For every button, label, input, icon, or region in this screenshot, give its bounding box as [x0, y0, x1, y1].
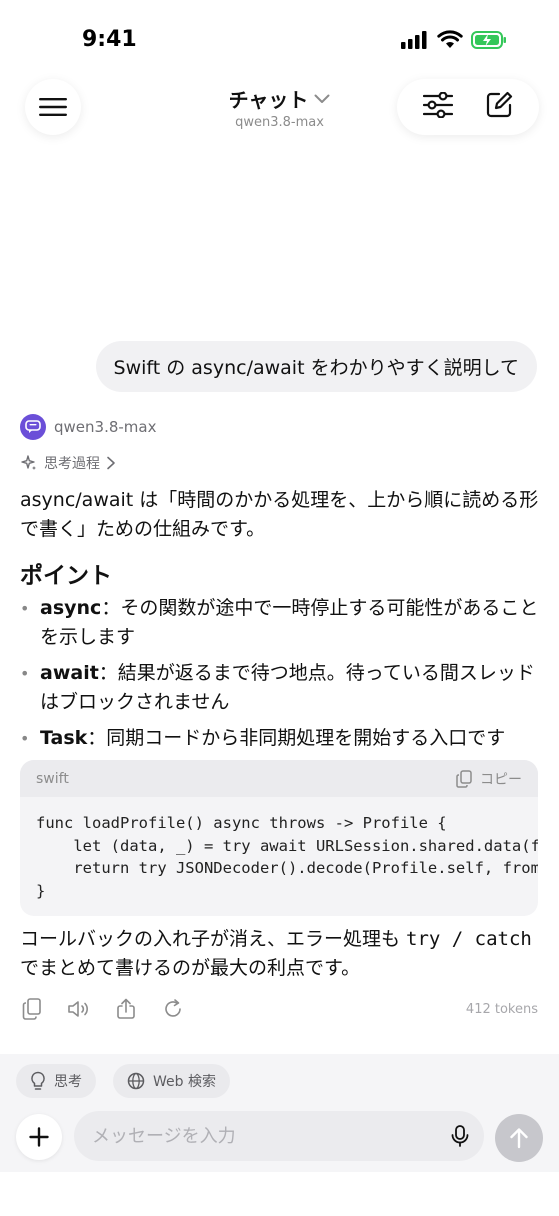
wifi-icon [437, 30, 463, 48]
settings-button[interactable] [422, 91, 454, 122]
copy-code-button[interactable]: コピー [456, 769, 522, 789]
copy-message-button[interactable] [20, 997, 44, 1021]
globe-icon [127, 1072, 145, 1090]
code-line: } [36, 881, 46, 900]
read-aloud-button[interactable] [67, 997, 91, 1021]
arrow-up-icon [510, 1128, 528, 1149]
list-item: async：その関数が途中で一時停止する可能性があることを示します [20, 594, 545, 652]
bullet-text: ：同期コードから非同期処理を開始する入口です [87, 727, 506, 749]
outro-text: でまとめて書けるのが最大の利点です。 [20, 957, 361, 979]
copy-label: コピー [480, 771, 522, 788]
code-language: swift [36, 770, 69, 787]
voice-input-button[interactable] [448, 1124, 472, 1148]
user-message-bubble: Swift の async/await をわかりやすく説明して [95, 341, 537, 392]
answer-intro: async/await は「時間のかかる処理を、上から順に読める形で書く」ための… [20, 489, 539, 540]
status-time: 9:41 [82, 27, 137, 52]
thinking-toggle[interactable]: 思考過程 [20, 453, 116, 473]
lightbulb-icon [31, 1071, 45, 1090]
code-content: func loadProfile() async throws -> Profi… [20, 797, 538, 902]
plus-icon [29, 1127, 49, 1147]
message-input-container [74, 1111, 484, 1161]
message-actions: 412 tokens [20, 995, 538, 1023]
code-line: let (data, _) = try await URLSession.sha… [73, 836, 538, 855]
attach-button[interactable] [16, 1114, 62, 1160]
status-icons [401, 30, 507, 50]
outro-text: コールバックの入れ子が消え、エラー処理も [20, 928, 407, 950]
bullet-term: await [40, 662, 99, 684]
list-item: Task：同期コードから非同期処理を開始する入口です [20, 724, 545, 753]
copy-icon [456, 769, 472, 788]
answer-heading: ポイント [20, 563, 112, 589]
top-bar: チャット qwen3.8-max [0, 76, 559, 140]
page-title: チャット [228, 88, 309, 112]
chat-bubble-icon [25, 420, 41, 433]
web-search-chip[interactable]: Web 検索 [113, 1064, 230, 1098]
regenerate-button[interactable] [161, 997, 185, 1021]
send-button[interactable] [495, 1114, 543, 1162]
chip-label: 思考 [54, 1074, 82, 1090]
thinking-mode-chip[interactable]: 思考 [16, 1064, 96, 1098]
code-line: func loadProfile() async throws -> Profi… [36, 814, 447, 832]
answer-outro: コールバックの入れ子が消え、エラー処理も try / catch でまとめて書け… [20, 925, 545, 983]
point-list: async：その関数が途中で一時停止する可能性があることを示します await：… [20, 594, 545, 760]
code-block: swift コピー func loadProfile() async throw… [20, 760, 538, 916]
share-button[interactable] [114, 997, 138, 1021]
regenerate-icon [165, 999, 181, 1017]
sparkle-icon [21, 455, 36, 470]
chip-label: Web 検索 [153, 1074, 216, 1090]
signal-icon [401, 31, 427, 49]
assistant-header: qwen3.8-max [20, 414, 156, 440]
mic-icon [451, 1125, 469, 1147]
code-block-header: swift コピー [20, 760, 538, 797]
share-icon [117, 998, 135, 1019]
list-item: await：結果が返るまで待つ地点。待っている間スレッドはブロックされません [20, 659, 545, 717]
chevron-right-icon [107, 456, 115, 470]
model-avatar [20, 414, 46, 440]
header-actions [397, 79, 539, 135]
compose-icon [486, 91, 513, 118]
bullet-text: ：その関数が途中で一時停止する可能性があることを示します [40, 597, 539, 648]
token-count: 412 tokens [465, 1001, 538, 1017]
bullet-term: async [40, 597, 102, 619]
code-line: return try JSONDecoder().decode(Profile.… [73, 859, 538, 877]
bullet-text: ：結果が返るまで待つ地点。待っている間スレッドはブロックされません [40, 662, 535, 713]
sliders-icon [422, 91, 454, 119]
speaker-icon [68, 1001, 88, 1017]
composer: 思考 Web 検索 [0, 1054, 559, 1172]
model-name: qwen3.8-max [54, 418, 157, 436]
chevron-down-icon [314, 94, 330, 103]
bullet-term: Task [40, 727, 88, 749]
outro-inline-code: try / catch [406, 928, 532, 950]
copy-icon [22, 998, 41, 1020]
message-input[interactable] [92, 1111, 432, 1161]
battery-icon [471, 31, 506, 49]
thinking-label: 思考過程 [44, 456, 100, 472]
status-bar: 9:41 [0, 0, 559, 80]
new-chat-button[interactable] [485, 91, 513, 123]
